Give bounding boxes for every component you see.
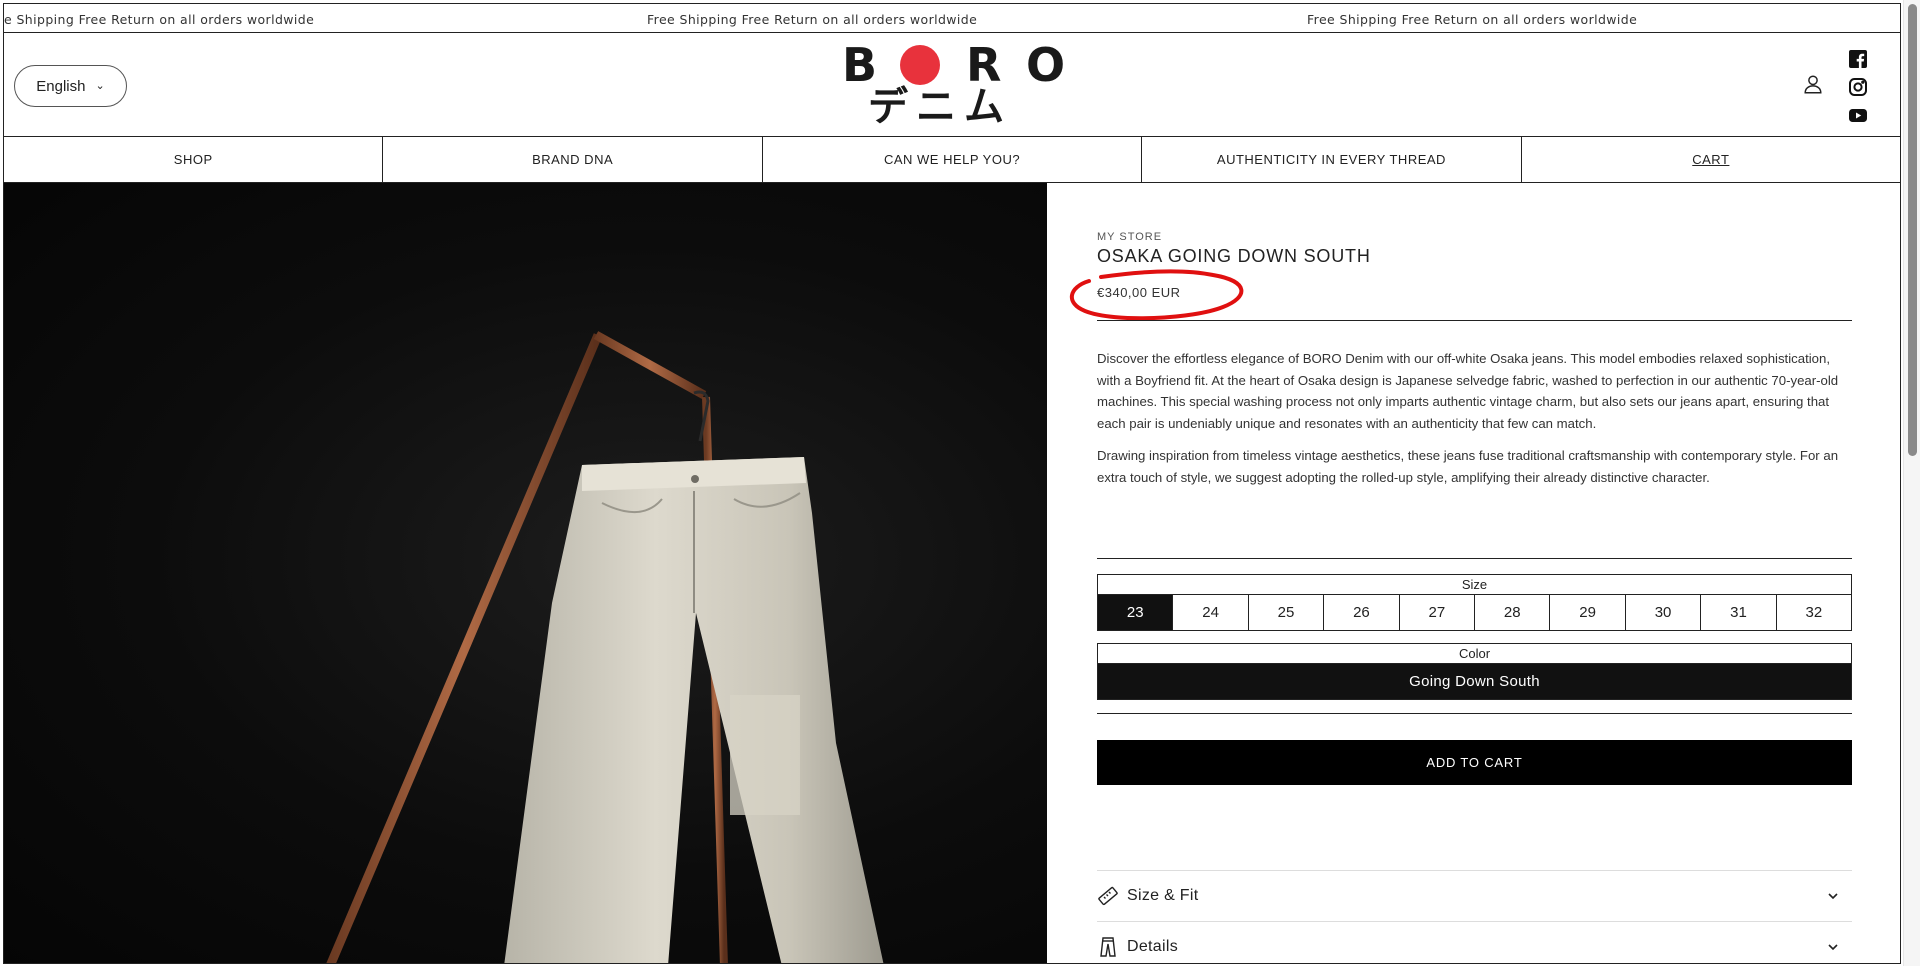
logo-wordmark: B R O bbox=[838, 38, 1068, 92]
accordion-size-fit[interactable]: Size & Fit bbox=[1097, 870, 1852, 921]
logo-katakana: デニム bbox=[868, 84, 1012, 130]
announcement-message: e Shipping Free Return on all orders wor… bbox=[4, 12, 315, 27]
pants-icon bbox=[1100, 937, 1116, 957]
announcement-message: Free Shipping Free Return on all orders … bbox=[1307, 12, 1638, 27]
logo-letter: O bbox=[1026, 38, 1066, 92]
size-option[interactable]: 23 bbox=[1098, 595, 1174, 630]
logo-letter: R bbox=[966, 38, 1002, 92]
accordion-label: Details bbox=[1127, 938, 1179, 955]
description-paragraph: Discover the effortless elegance of BORO… bbox=[1097, 351, 1839, 431]
color-option[interactable]: Going Down South bbox=[1098, 664, 1851, 699]
youtube-icon[interactable] bbox=[1848, 105, 1868, 125]
nav-authenticity[interactable]: AUTHENTICITY IN EVERY THREAD bbox=[1142, 137, 1522, 182]
add-to-cart-button[interactable]: ADD TO CART bbox=[1097, 740, 1852, 785]
accordion-label: Size & Fit bbox=[1127, 887, 1199, 904]
product-vendor: MY STORE bbox=[1097, 231, 1163, 243]
instagram-icon[interactable] bbox=[1848, 77, 1868, 97]
size-option[interactable]: 29 bbox=[1550, 595, 1626, 630]
nav-brand-dna[interactable]: BRAND DNA bbox=[383, 137, 763, 182]
accordion-details[interactable]: Details bbox=[1097, 921, 1852, 963]
size-label: Size bbox=[1098, 575, 1851, 595]
nav-help[interactable]: CAN WE HELP YOU? bbox=[763, 137, 1143, 182]
scrollbar-thumb[interactable] bbox=[1908, 4, 1917, 456]
divider bbox=[1097, 558, 1852, 559]
divider bbox=[1097, 713, 1852, 714]
page-scrollbar[interactable] bbox=[1903, 0, 1920, 966]
site-header: English ⌄ B R O デニム bbox=[4, 33, 1900, 137]
facebook-icon[interactable] bbox=[1848, 49, 1868, 69]
chevron-down-icon bbox=[1828, 944, 1838, 951]
chevron-down-icon bbox=[1828, 893, 1838, 900]
chevron-down-icon: ⌄ bbox=[95, 79, 105, 92]
color-label: Color bbox=[1098, 644, 1851, 664]
size-option[interactable]: 27 bbox=[1400, 595, 1476, 630]
size-selector: Size 23 24 25 26 27 28 29 30 31 32 bbox=[1097, 574, 1852, 631]
size-option[interactable]: 26 bbox=[1324, 595, 1400, 630]
product-price: €340,00 EUR bbox=[1097, 285, 1181, 300]
size-option[interactable]: 30 bbox=[1626, 595, 1702, 630]
announcement-bar: e Shipping Free Return on all orders wor… bbox=[4, 4, 1900, 33]
description-paragraph: Drawing inspiration from timeless vintag… bbox=[1097, 448, 1839, 485]
page-frame: e Shipping Free Return on all orders wor… bbox=[3, 3, 1901, 964]
ruler-icon bbox=[1098, 886, 1118, 906]
header-icons bbox=[1802, 39, 1892, 129]
language-label: English bbox=[36, 77, 86, 95]
nav-shop[interactable]: SHOP bbox=[4, 137, 384, 182]
size-option[interactable]: 24 bbox=[1173, 595, 1249, 630]
language-selector[interactable]: English ⌄ bbox=[14, 65, 127, 107]
size-option[interactable]: 28 bbox=[1475, 595, 1551, 630]
size-options: 23 24 25 26 27 28 29 30 31 32 bbox=[1098, 595, 1851, 630]
nav-cart[interactable]: CART bbox=[1522, 137, 1900, 182]
brand-logo[interactable]: B R O デニム bbox=[838, 38, 1068, 130]
color-selector: Color Going Down South bbox=[1097, 643, 1852, 700]
divider bbox=[1097, 320, 1852, 321]
size-option[interactable]: 25 bbox=[1249, 595, 1325, 630]
account-icon[interactable] bbox=[1802, 73, 1824, 95]
size-option[interactable]: 31 bbox=[1701, 595, 1777, 630]
logo-red-dot bbox=[900, 45, 940, 85]
logo-letter: B bbox=[842, 38, 878, 92]
product-image[interactable] bbox=[4, 183, 1047, 963]
announcement-message: Free Shipping Free Return on all orders … bbox=[647, 12, 978, 27]
product-title: OSAKA GOING DOWN SOUTH bbox=[1097, 246, 1371, 266]
product-photo-jeans bbox=[326, 331, 884, 963]
product-description: Discover the effortless elegance of BORO… bbox=[1097, 348, 1852, 500]
main-nav: SHOP BRAND DNA CAN WE HELP YOU? AUTHENTI… bbox=[4, 137, 1900, 183]
size-option[interactable]: 32 bbox=[1777, 595, 1851, 630]
